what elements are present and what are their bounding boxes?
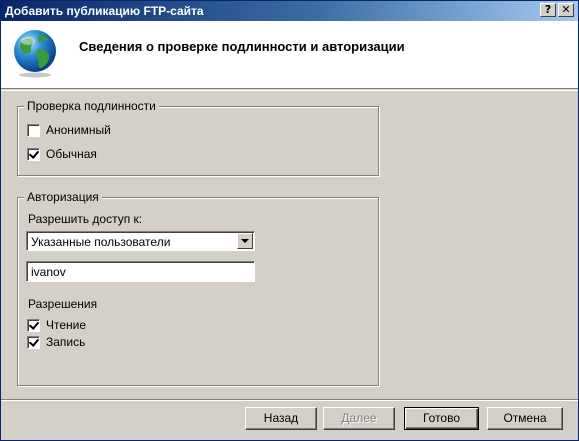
wizard-window: Добавить публикацию FTP-сайта ? ✕ Сведен…	[0, 0, 579, 441]
anonymous-label: Анонимный	[46, 123, 111, 137]
title-bar: Добавить публикацию FTP-сайта ? ✕	[1, 1, 578, 21]
write-checkbox[interactable]	[27, 335, 40, 349]
basic-label: Обычная	[46, 147, 97, 161]
read-label: Чтение	[46, 318, 87, 332]
write-checkbox-row[interactable]: Запись	[27, 335, 85, 349]
header-divider	[1, 90, 578, 91]
anonymous-checkbox[interactable]	[27, 123, 40, 137]
wizard-header: Сведения о проверке подлинности и автори…	[1, 21, 578, 89]
write-label: Запись	[46, 335, 86, 349]
globe-icon	[14, 30, 56, 78]
basic-checkbox[interactable]	[27, 147, 40, 161]
basic-checkbox-row[interactable]: Обычная	[27, 147, 97, 161]
authentication-legend: Проверка подлинности	[24, 99, 159, 113]
cancel-button[interactable]: Отмена	[487, 407, 563, 430]
access-dropdown[interactable]: Указанные пользователи	[26, 231, 255, 251]
permissions-label: Разрешения	[28, 297, 98, 311]
authorization-legend: Авторизация	[24, 190, 102, 204]
allow-access-label: Разрешить доступ к:	[28, 212, 143, 226]
authentication-group: Проверка подлинности	[17, 99, 379, 176]
close-button[interactable]: ✕	[558, 3, 574, 17]
help-button[interactable]: ?	[540, 3, 556, 17]
chevron-down-icon[interactable]	[237, 233, 253, 249]
footer-divider-highlight	[1, 400, 578, 401]
finish-button[interactable]: Готово	[404, 407, 479, 430]
anonymous-checkbox-row[interactable]: Анонимный	[27, 123, 111, 137]
back-button[interactable]: Назад	[245, 407, 317, 430]
users-input[interactable]	[26, 261, 255, 282]
read-checkbox-row[interactable]: Чтение	[27, 318, 86, 332]
access-dropdown-value: Указанные пользователи	[31, 235, 171, 249]
window-title: Добавить публикацию FTP-сайта	[5, 4, 204, 18]
read-checkbox[interactable]	[27, 318, 40, 332]
next-button[interactable]: Далее	[323, 407, 395, 430]
page-title: Сведения о проверке подлинности и автори…	[79, 39, 405, 54]
